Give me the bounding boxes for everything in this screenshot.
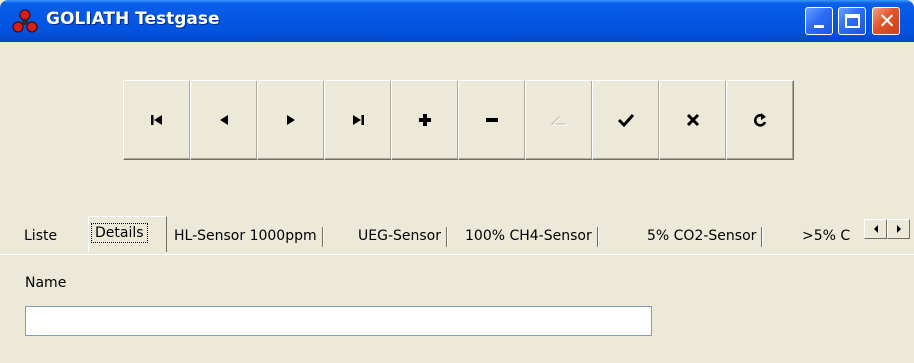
close-button[interactable]: ✕ [872, 7, 900, 35]
minimize-button[interactable] [805, 7, 833, 35]
tab-separator [596, 227, 598, 247]
tab-100-ch4-sensor[interactable]: 100% CH4-Sensor [461, 221, 598, 251]
tab-liste[interactable]: Liste [20, 221, 61, 251]
prior-record-button[interactable] [190, 80, 258, 160]
record-navigator [123, 80, 795, 160]
next-record-icon [287, 115, 295, 125]
tab-separator [761, 227, 763, 247]
tab-ueg-sensor[interactable]: UEG-Sensor [354, 221, 447, 251]
name-input[interactable] [25, 306, 652, 336]
tab-separator [321, 227, 323, 247]
insert-record-button[interactable] [391, 80, 459, 160]
post-record-button[interactable] [592, 80, 660, 160]
tab-strip: Liste Details HL-Sensor 1000ppm UEG-Sens… [0, 212, 914, 256]
maximize-button[interactable] [838, 7, 866, 35]
title-bar[interactable]: GOLIATH Testgase ✕ [0, 0, 914, 42]
goliath-app-icon [12, 9, 38, 33]
tab-scroll-right-button[interactable] [887, 219, 910, 239]
tab-over-5-co2-sensor[interactable]: >5% C [798, 221, 864, 251]
tab-hl-sensor-1000ppm[interactable]: HL-Sensor 1000ppm [170, 221, 323, 251]
prior-record-icon [220, 115, 228, 125]
last-record-icon [353, 115, 364, 125]
edit-record-button [525, 80, 593, 160]
plus-icon [419, 114, 431, 126]
edit-triangle-icon [550, 116, 568, 126]
next-record-button[interactable] [257, 80, 325, 160]
tab-scroll-arrows [864, 219, 910, 239]
tab-label: Liste [24, 228, 58, 244]
maximize-icon [845, 14, 860, 28]
tab-label: HL-Sensor 1000ppm [174, 228, 317, 244]
tab-label: 5% CO2-Sensor [647, 228, 757, 244]
scroll-left-icon [873, 225, 878, 233]
tab-separator [445, 227, 447, 247]
minimize-icon [814, 25, 824, 28]
cancel-edit-button[interactable] [659, 80, 727, 160]
tab-label: Details [91, 223, 148, 243]
x-icon [686, 113, 700, 127]
refresh-button[interactable] [726, 80, 794, 160]
minus-icon [486, 118, 498, 122]
tab-scroll-left-button[interactable] [864, 219, 887, 239]
delete-record-button[interactable] [458, 80, 526, 160]
first-record-icon [151, 115, 162, 125]
first-record-button[interactable] [123, 80, 191, 160]
tab-details[interactable]: Details [88, 216, 167, 252]
window-title: GOLIATH Testgase [46, 9, 220, 29]
tab-label: 100% CH4-Sensor [465, 228, 592, 244]
name-label: Name [25, 275, 67, 291]
checkmark-icon [617, 113, 635, 128]
last-record-button[interactable] [324, 80, 392, 160]
close-icon: ✕ [878, 9, 896, 33]
tab-label: UEG-Sensor [358, 228, 441, 244]
refresh-icon [754, 113, 767, 127]
tab-strip-border [0, 254, 914, 255]
tab-label: >5% C [802, 228, 851, 244]
scroll-right-icon [896, 225, 901, 233]
tab-5-co2-sensor[interactable]: 5% CO2-Sensor [643, 221, 763, 251]
